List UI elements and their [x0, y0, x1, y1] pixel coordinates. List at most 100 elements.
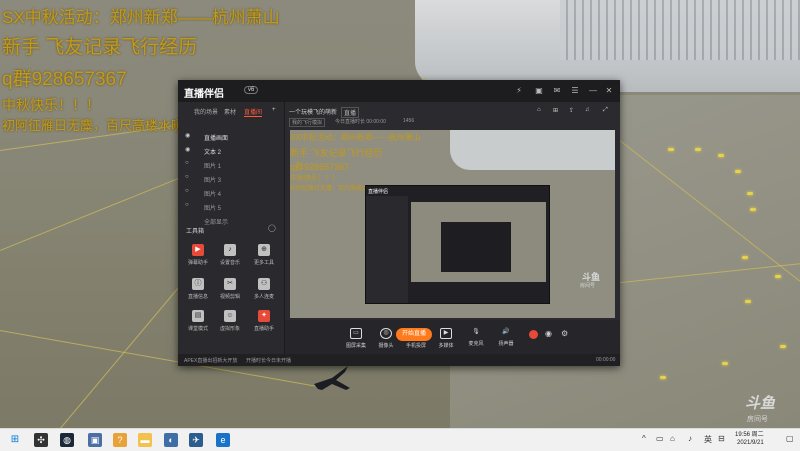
battery-icon[interactable]: ▭ [656, 434, 664, 443]
expand-icon[interactable]: ⤢ [603, 107, 608, 114]
close-icon[interactable]: ✕ [604, 86, 614, 96]
tab-live-room[interactable]: 直播间 [244, 107, 263, 117]
search-icon[interactable]: ◯ [268, 224, 276, 232]
screen-capture-button[interactable]: ▭ 图屏采集 [341, 328, 371, 349]
source-item[interactable]: ◉ 直播画面 [178, 130, 284, 142]
grid-icon[interactable]: ⊞ [553, 107, 558, 114]
status-left: APEX直播出招新大开放 [184, 358, 238, 364]
overlay-line-3: q群928657367 [2, 69, 127, 90]
nested-preview [411, 202, 546, 282]
tool-class[interactable]: ▤ 课堂模式 [184, 310, 212, 340]
speaker-button[interactable]: 🔊 扬声器 [491, 328, 521, 347]
tool-clip[interactable]: ✂ 视频剪辑 [216, 278, 244, 308]
runway-light [695, 148, 701, 151]
start-icon[interactable]: ⊞ [8, 433, 22, 447]
category-tag[interactable]: 我的飞行模拟 [289, 118, 326, 127]
room-title[interactable]: 一个玩模飞的萌新 [289, 107, 337, 116]
microphone-icon: 🎙 [472, 329, 480, 335]
sim-app-icon[interactable]: ✈ [189, 433, 203, 447]
visibility-icon[interactable]: ○ [185, 188, 189, 194]
monitor-icon: ▭ [350, 328, 362, 339]
plane-shadow [314, 366, 350, 390]
gift-icon[interactable]: ▣ [534, 86, 544, 96]
visibility-icon[interactable]: ◉ [185, 146, 190, 153]
fan-app-icon[interactable]: ✣ [34, 433, 48, 447]
source-item[interactable]: ○ 图片 3 [178, 172, 284, 184]
add-scene-icon[interactable]: + [272, 107, 276, 113]
runway-light [745, 300, 751, 303]
nested-inner-window [441, 222, 511, 272]
date: 2021/9/21 [736, 440, 764, 446]
runway-light [742, 256, 748, 259]
tools-title: 工具箱 [186, 229, 205, 235]
version-badge[interactable]: v6 [244, 86, 259, 94]
share-icon[interactable]: ⇪ [569, 107, 574, 114]
lightning-icon[interactable]: ⚡ [514, 86, 524, 96]
tool-mic[interactable]: ⚇ 多人连麦 [250, 278, 278, 308]
source-item[interactable]: ◉ 文本 2 [178, 144, 284, 156]
source-item[interactable]: ○ 图片 4 [178, 186, 284, 198]
edge-icon[interactable]: e [216, 433, 230, 447]
visibility-icon[interactable]: ○ [185, 160, 189, 166]
network-icon[interactable]: ⌂ [670, 434, 675, 443]
tab-my-scene[interactable]: 我的场景 [194, 107, 218, 116]
overlay-line-5: 初阿征雁日无麋，百尺高楼水暖天 [2, 118, 198, 133]
minimize-icon[interactable]: — [588, 86, 598, 96]
stream-preview[interactable]: SX中秋活动：郑州新郑——杭州萧山 新手 飞友记录飞行经历 q群92865736… [290, 130, 615, 318]
lock-icon[interactable]: ⌂ [537, 107, 541, 113]
gear-icon[interactable]: ⚙ [561, 329, 568, 338]
bell-icon[interactable]: ♫ [585, 107, 590, 113]
streaming-app-window: 直播伴侣 v6 ⚡ ▣ ✉ ☰ — ✕ 我的场景 素材 直播间 + ◉ 直播画面 … [178, 80, 620, 366]
tray-up-icon[interactable]: ^ [642, 434, 646, 443]
notification-icon[interactable]: ▢ [786, 434, 794, 443]
clock[interactable]: 19:56 周二 2021/9/21 [735, 431, 764, 447]
source-item[interactable]: ○ 图片 1 [178, 158, 284, 170]
settings-icon[interactable]: ☰ [570, 86, 580, 96]
app-logo: 直播伴侣 [184, 89, 224, 100]
preview-overlay-3: q群928657367 [290, 162, 350, 172]
helper-icon: ✦ [258, 310, 270, 322]
runway-light [718, 154, 724, 157]
tool-more[interactable]: ⊕ 更多工具 [250, 244, 278, 274]
overlay-line-1: SX中秋活动：郑州新郑——杭州萧山 [2, 8, 280, 27]
speaker-icon: 🔊 [502, 329, 510, 335]
douyu-watermark: 斗鱼 [745, 395, 776, 412]
tool-helper[interactable]: ✦ 直播助手 [250, 310, 278, 340]
window-app-icon[interactable]: ▣ [88, 433, 102, 447]
start-live-button[interactable]: 开始直播 [396, 328, 432, 341]
scene-sidebar: 我的场景 素材 直播间 + ◉ 直播画面 ◉ 文本 2 ○ 图片 1 ○ 图片 3 ○ 图… [178, 102, 285, 366]
tool-danmu[interactable]: ▶ 弹幕助手 [184, 244, 212, 274]
avatar-icon: ☺ [224, 310, 236, 322]
visibility-icon[interactable]: ◉ [185, 132, 190, 139]
eye-icon[interactable]: ◉ [545, 329, 552, 338]
multimedia-button[interactable]: ▶ 多媒体 [431, 328, 461, 349]
record-icon[interactable] [529, 330, 538, 339]
folder-icon[interactable]: ▬ [138, 433, 152, 447]
volume-icon[interactable]: ♪ [688, 434, 692, 443]
runway-light [750, 208, 756, 211]
runway-light [775, 275, 781, 278]
language-indicator[interactable]: 英 [704, 434, 712, 445]
message-icon[interactable]: ✉ [552, 86, 562, 96]
visibility-icon[interactable]: ○ [185, 174, 189, 180]
tab-material[interactable]: 素材 [224, 107, 236, 116]
media-icon: ▶ [440, 328, 452, 339]
microphone-button[interactable]: 🎙 麦克风 [461, 328, 491, 347]
status-timer: 00:00:00 [596, 357, 616, 363]
room-badge[interactable]: 直播 [341, 107, 360, 118]
danmu-icon: ▶ [192, 244, 204, 256]
runway-light [660, 376, 666, 379]
tool-info[interactable]: ⓘ 直播信息 [184, 278, 212, 308]
steam-icon[interactable]: ◍ [60, 433, 74, 447]
help-app-icon[interactable]: ? [113, 433, 127, 447]
mic-icon: ⚇ [258, 278, 270, 290]
source-item[interactable]: ○ 图片 5 [178, 200, 284, 212]
preview-terminal [450, 130, 615, 170]
preview-watermark-sub: 房间号 [580, 283, 596, 289]
tool-avatar[interactable]: ☺ 虚拟形象 [216, 310, 244, 340]
ime-icon[interactable]: ⊟ [718, 434, 725, 443]
visibility-icon[interactable]: ○ [185, 202, 189, 208]
tool-music[interactable]: ♪ 设置音乐 [216, 244, 244, 274]
time: 19:56 周二 [735, 432, 764, 438]
browser-app-icon[interactable]: ◐ [164, 433, 178, 447]
